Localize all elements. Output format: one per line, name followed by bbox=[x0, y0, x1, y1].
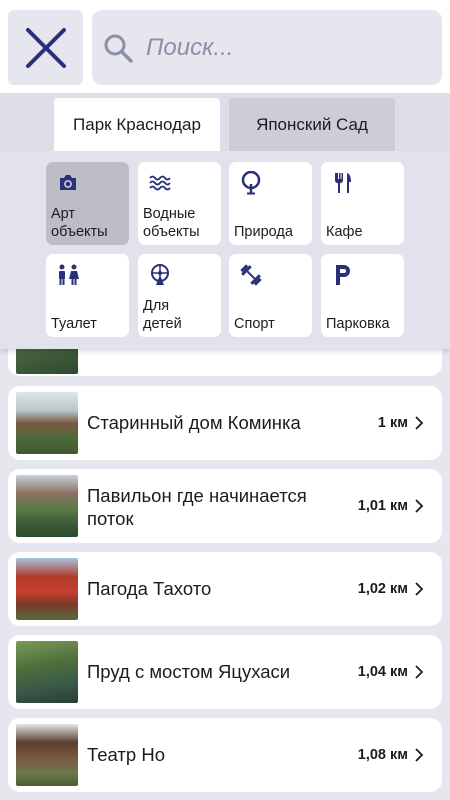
category-parking[interactable]: Парковка bbox=[321, 254, 404, 337]
place-name: Старинный дом Коминка bbox=[87, 412, 301, 433]
cutlery-icon bbox=[328, 168, 358, 198]
place-thumbnail bbox=[16, 641, 78, 703]
category-label: Природа bbox=[234, 224, 293, 240]
chevron-right-icon bbox=[415, 665, 424, 679]
parking-icon bbox=[328, 260, 358, 290]
close-button[interactable] bbox=[8, 10, 83, 85]
tab-japanese-garden[interactable]: Японский Сад bbox=[229, 98, 395, 151]
category-sport[interactable]: Спорт bbox=[229, 254, 312, 337]
category-art-objects[interactable]: Арт объекты bbox=[46, 162, 129, 245]
tab-label: Японский Сад bbox=[256, 114, 368, 134]
chevron-right-icon bbox=[415, 748, 424, 762]
place-distance: 1,02 км bbox=[357, 581, 408, 597]
category-for-kids[interactable]: Для детей bbox=[138, 254, 221, 337]
category-label: Кафе bbox=[326, 224, 363, 240]
close-icon bbox=[25, 27, 66, 68]
category-label: Туалет bbox=[51, 316, 97, 332]
place-distance: 1,01 км bbox=[357, 498, 408, 514]
chevron-right-icon bbox=[415, 499, 424, 513]
tab-label: Парк Краснодар bbox=[73, 114, 201, 134]
category-water-objects[interactable]: Водные объекты bbox=[138, 162, 221, 245]
tab-park-krasnodar[interactable]: Парк Краснодар bbox=[54, 98, 220, 151]
search-input[interactable] bbox=[144, 32, 418, 63]
tree-icon bbox=[236, 168, 266, 198]
camera-icon bbox=[53, 168, 83, 198]
place-card[interactable]: Павильон где начинается поток 1,01 км bbox=[8, 469, 442, 543]
place-thumbnail bbox=[16, 558, 78, 620]
place-name: Пруд с мостом Яцухаси bbox=[87, 661, 291, 682]
chevron-right-icon bbox=[415, 582, 424, 596]
category-restroom[interactable]: Туалет bbox=[46, 254, 129, 337]
place-thumbnail bbox=[16, 392, 78, 454]
place-distance: 1 км bbox=[377, 415, 408, 431]
search-box[interactable] bbox=[92, 10, 442, 85]
place-thumbnail bbox=[16, 475, 78, 537]
place-card[interactable]: Пагода Тахото 1,02 км bbox=[8, 552, 442, 626]
place-name: Пагода Тахото bbox=[87, 578, 212, 599]
search-icon bbox=[102, 31, 136, 65]
category-nature[interactable]: Природа bbox=[229, 162, 312, 245]
place-card[interactable]: Пруд с мостом Яцухаси 1,04 км bbox=[8, 635, 442, 709]
water-icon bbox=[145, 168, 175, 198]
chevron-right-icon bbox=[415, 416, 424, 430]
dumbbell-icon bbox=[236, 260, 266, 290]
restroom-icon bbox=[53, 260, 83, 290]
category-label: Парковка bbox=[326, 316, 390, 332]
category-cafe[interactable]: Кафе bbox=[321, 162, 404, 245]
category-label: Спорт bbox=[234, 316, 275, 332]
place-thumbnail bbox=[16, 724, 78, 786]
place-card[interactable]: Старинный дом Коминка 1 км bbox=[8, 386, 442, 460]
category-panel: Арт объекты Водные объекты Природа Кафе … bbox=[0, 151, 450, 349]
place-name: Павильон где начинается поток bbox=[87, 485, 307, 529]
place-card[interactable]: Театр Но 1,08 км bbox=[8, 718, 442, 792]
park-tabs: Парк Краснодар Японский Сад bbox=[0, 93, 450, 151]
category-label: Арт объекты bbox=[51, 206, 108, 240]
ferris-wheel-icon bbox=[145, 260, 175, 290]
place-name: Театр Но bbox=[87, 744, 165, 765]
category-label: Водные объекты bbox=[143, 206, 200, 240]
place-distance: 1,08 км bbox=[357, 747, 408, 763]
place-distance: 1,04 км bbox=[357, 664, 408, 680]
category-label: Для детей bbox=[143, 298, 182, 332]
top-bar bbox=[0, 0, 450, 93]
